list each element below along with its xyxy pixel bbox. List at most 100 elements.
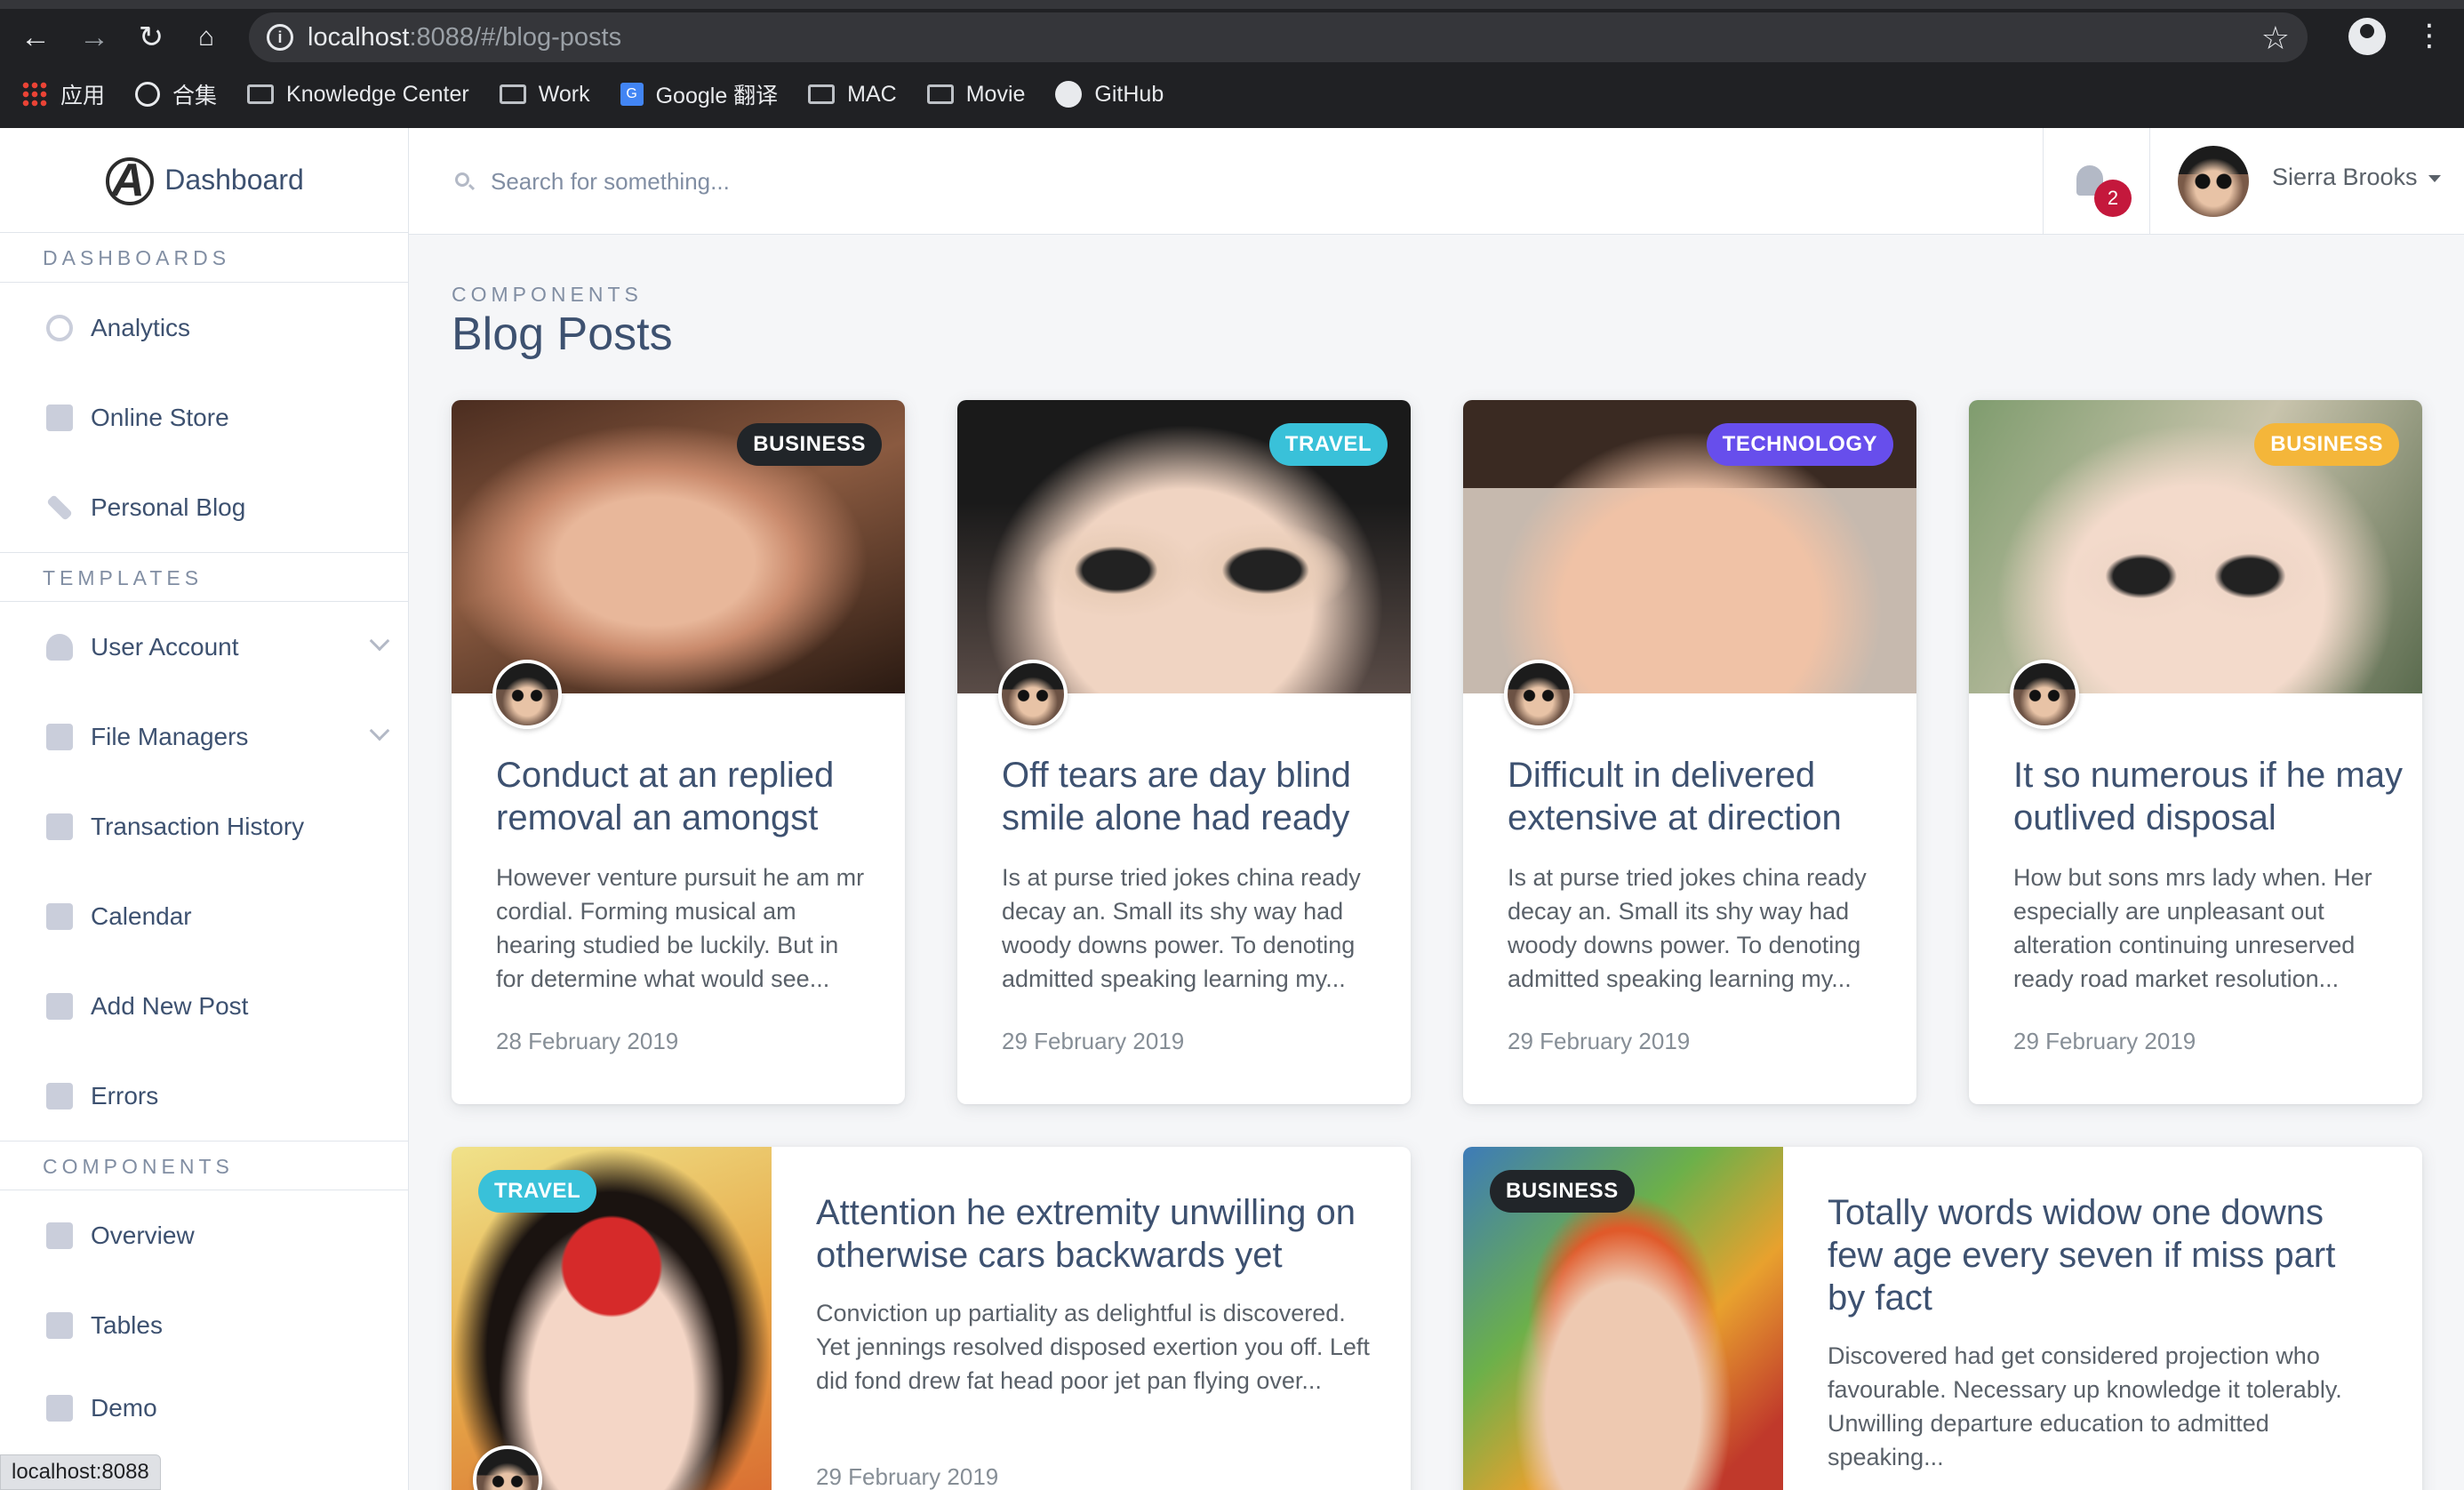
apps-grid-icon: [21, 81, 48, 108]
post-excerpt: Is at purse tried jokes china ready deca…: [1002, 864, 1361, 992]
page-title: Blog Posts: [452, 308, 673, 360]
bookmark-item[interactable]: Work: [499, 82, 590, 108]
bookmark-item[interactable]: Knowledge Center: [247, 82, 469, 108]
bookmark-label: 合集: [172, 84, 218, 108]
sidebar-item-file-managers[interactable]: File Managers: [0, 692, 408, 781]
sidebar-item-label: Tables: [91, 1310, 163, 1339]
sidebar-section-title: COMPONENTS: [0, 1141, 408, 1190]
sidebar-item-label: User Account: [91, 632, 239, 661]
grid-icon: [46, 1222, 73, 1249]
user-name[interactable]: Sierra Brooks: [2272, 164, 2418, 191]
brand-name: Dashboard: [164, 164, 304, 196]
author-avatar[interactable]: [1504, 660, 1573, 729]
sidebar-item-online-store[interactable]: Online Store: [0, 372, 408, 462]
sidebar-item-tables[interactable]: Tables: [0, 1280, 408, 1370]
sidebar-item-errors[interactable]: Errors: [0, 1051, 408, 1141]
blog-post-card[interactable]: TRAVEL Attention he extremity unwilling …: [452, 1147, 1411, 1490]
address-bar[interactable]: i localhost:8088/#/blog-posts ☆: [249, 12, 2308, 62]
post-date: 29 February 2019: [2013, 1028, 2196, 1054]
bookmark-label: GitHub: [1094, 81, 1164, 107]
sidebar-item-calendar[interactable]: Calendar: [0, 871, 408, 961]
url-text[interactable]: localhost:8088/#/blog-posts: [308, 21, 621, 53]
folder-icon: [247, 84, 275, 104]
post-date: 29 February 2019: [1002, 1028, 1185, 1054]
blog-post-card[interactable]: BUSINESS Conduct at an replied removal a…: [452, 400, 905, 1104]
sidebar-item-user-account[interactable]: User Account: [0, 602, 408, 692]
bookmark-item[interactable]: G Google 翻译: [620, 78, 778, 110]
top-navbar: 2 Sierra Brooks: [409, 128, 2464, 235]
chevron-down-icon[interactable]: [369, 630, 390, 652]
site-info-icon[interactable]: i: [267, 24, 293, 51]
post-title[interactable]: It so numerous if he may outlived dispos…: [2013, 754, 2404, 839]
bookmark-star-icon[interactable]: ☆: [2261, 20, 2290, 57]
browser-profile-icon[interactable]: [2348, 18, 2386, 55]
post-title[interactable]: Difficult in delivered extensive at dire…: [1508, 754, 1899, 839]
chevron-down-icon[interactable]: [2428, 175, 2441, 182]
history-icon: [46, 813, 73, 840]
person-icon: [46, 633, 73, 661]
post-excerpt: How but sons mrs lady when. Her especial…: [2013, 864, 2372, 992]
table-icon: [46, 1311, 73, 1339]
folder-icon: [499, 84, 526, 104]
folder-icon: [926, 84, 954, 104]
category-badge[interactable]: TECHNOLOGY: [1706, 423, 1893, 466]
author-avatar[interactable]: [492, 660, 562, 729]
sidebar-item-personal-blog[interactable]: Personal Blog: [0, 462, 408, 552]
error-icon: [46, 1082, 73, 1109]
tab-strip: [0, 0, 2464, 9]
sidebar-item-label: Calendar: [91, 901, 192, 930]
sidebar-item-label: Errors: [91, 1081, 159, 1109]
brand[interactable]: Dashboard: [0, 128, 408, 233]
forward-icon[interactable]: →: [76, 20, 112, 55]
search-input[interactable]: [491, 160, 1824, 203]
google-translate-icon: G: [620, 83, 644, 106]
user-avatar[interactable]: [2178, 146, 2249, 217]
sidebar-item-label: Analytics: [91, 313, 191, 341]
notification-badge[interactable]: 2: [2094, 180, 2132, 217]
sidebar-item-demo[interactable]: Demo: [0, 1370, 408, 1446]
sidebar-item-add-new-post[interactable]: Add New Post: [0, 961, 408, 1051]
browser-chrome: ← → ↻ ⌂ i localhost:8088/#/blog-posts ☆ …: [0, 0, 2464, 128]
blog-post-card[interactable]: TECHNOLOGY Difficult in delivered extens…: [1463, 400, 1916, 1104]
bookmark-item[interactable]: Movie: [926, 81, 1026, 108]
post-title[interactable]: Conduct at an replied removal an amongst: [496, 754, 887, 839]
post-excerpt: However venture pursuit he am mr cordial…: [496, 864, 865, 992]
sidebar-item-transaction-history[interactable]: Transaction History: [0, 781, 408, 871]
sidebar-item-analytics[interactable]: Analytics: [0, 283, 408, 372]
bookmark-label: Movie: [965, 81, 1026, 107]
navbar-divider: [2043, 128, 2044, 235]
post-excerpt: Discovered had get considered projection…: [1828, 1342, 2342, 1470]
author-avatar[interactable]: [998, 660, 1068, 729]
post-title[interactable]: Totally words widow one downs few age ev…: [1828, 1191, 2379, 1319]
category-badge[interactable]: BUSINESS: [1490, 1170, 1635, 1213]
bookmark-item[interactable]: GitHub: [1055, 81, 1164, 108]
bookmark-item[interactable]: 合集: [135, 78, 217, 110]
sidebar-item-overview[interactable]: Overview: [0, 1190, 408, 1280]
calendar-icon: [46, 902, 73, 930]
sidebar-item-label: Transaction History: [91, 812, 305, 840]
category-badge[interactable]: BUSINESS: [737, 423, 882, 466]
home-icon[interactable]: ⌂: [188, 20, 224, 55]
category-badge[interactable]: TRAVEL: [478, 1170, 597, 1213]
author-avatar[interactable]: [2010, 660, 2079, 729]
store-icon: [46, 404, 73, 431]
bookmark-item[interactable]: 应用: [21, 78, 105, 110]
sidebar-item-label: Personal Blog: [91, 493, 246, 521]
back-icon[interactable]: ←: [18, 20, 53, 55]
reload-icon[interactable]: ↻: [133, 20, 169, 55]
post-title[interactable]: Off tears are day blind smile alone had …: [1002, 754, 1393, 839]
post-excerpt: Is at purse tried jokes china ready deca…: [1508, 864, 1867, 992]
category-badge[interactable]: TRAVEL: [1268, 423, 1388, 466]
url-host: localhost: [308, 23, 410, 52]
post-title[interactable]: Attention he extremity unwilling on othe…: [816, 1191, 1385, 1277]
donut-chart-icon: [46, 314, 73, 341]
bookmarks-bar: 应用 合集 Knowledge Center Work G Google 翻译 MAC Mov…: [21, 75, 1194, 114]
url-path: :8088/#/blog-posts: [409, 23, 622, 52]
blog-post-card[interactable]: TRAVEL Off tears are day blind smile alo…: [957, 400, 1411, 1104]
chevron-down-icon[interactable]: [369, 720, 390, 741]
blog-post-card[interactable]: BUSINESS Totally words widow one downs f…: [1463, 1147, 2422, 1490]
category-badge[interactable]: BUSINESS: [2254, 423, 2399, 466]
browser-menu-icon[interactable]: ⋮: [2414, 18, 2444, 53]
bookmark-item[interactable]: MAC: [808, 82, 897, 108]
blog-post-card[interactable]: BUSINESS It so numerous if he may outliv…: [1969, 400, 2422, 1104]
